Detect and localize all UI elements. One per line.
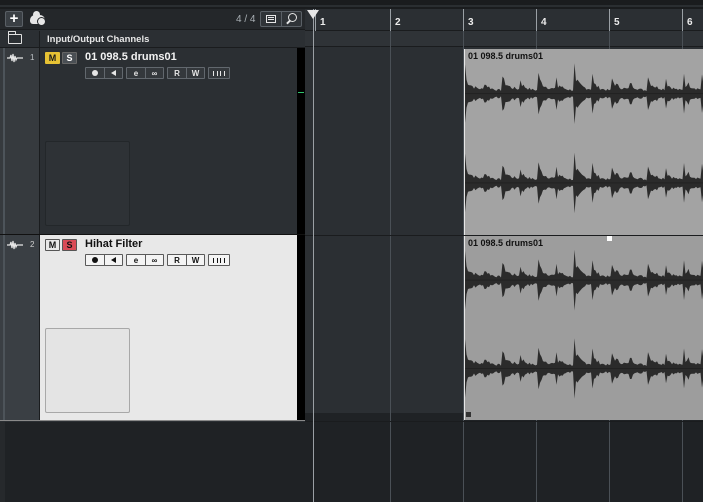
audio-event[interactable]: 01 098.5 drums01 xyxy=(464,49,703,235)
bar-tick xyxy=(463,9,464,31)
window-top-strip xyxy=(0,0,703,9)
bar-label: 6 xyxy=(687,17,693,28)
track-list: + 4 / 4 Input/Output Channels 1 M S 01 0… xyxy=(0,9,305,502)
track-list-icon xyxy=(265,15,276,23)
add-track-icon: + xyxy=(9,10,19,27)
audio-track-icon xyxy=(7,53,23,63)
bar-label: 2 xyxy=(395,17,401,28)
audio-event[interactable]: 01 098.5 drums01 xyxy=(464,236,703,420)
bar-tick xyxy=(390,9,391,31)
lanes-icon xyxy=(213,257,225,263)
track-header-strip: 2 xyxy=(0,235,40,420)
lane-separator xyxy=(305,421,703,422)
monitor-button[interactable] xyxy=(104,68,122,78)
edit-link-group: e ∞ xyxy=(126,67,164,79)
record-monitor-group xyxy=(85,67,123,79)
record-monitor-group xyxy=(85,254,123,266)
track-color-stripe xyxy=(3,48,5,234)
cloud-button[interactable] xyxy=(27,10,47,27)
bar-label: 5 xyxy=(614,17,620,28)
read-automation-button[interactable]: R xyxy=(168,255,186,265)
event-name: 01 098.5 drums01 xyxy=(468,238,544,248)
volume-handle[interactable] xyxy=(607,236,612,241)
edit-channel-button[interactable]: e xyxy=(127,255,145,265)
track-row[interactable]: 2 M S Hihat Filter e ∞ R W xyxy=(0,235,305,421)
search-icon xyxy=(285,13,298,25)
waveform xyxy=(465,249,703,399)
lanes-button[interactable] xyxy=(209,68,229,78)
bar-label: 3 xyxy=(468,17,474,28)
folder-track-row[interactable]: Input/Output Channels xyxy=(0,31,305,48)
bar-label: 1 xyxy=(320,17,326,28)
project-empty-area[interactable] xyxy=(305,413,703,502)
cloud-icon xyxy=(29,10,46,26)
track-color-stripe xyxy=(3,235,5,420)
track-picture[interactable] xyxy=(45,141,130,226)
record-enable-button[interactable] xyxy=(86,255,104,265)
lanes-icon xyxy=(213,70,225,76)
folder-icon xyxy=(7,31,22,44)
track-controls: e ∞ R W xyxy=(85,67,230,79)
track-picture[interactable] xyxy=(45,328,130,413)
io-divider xyxy=(39,31,40,48)
track-header-strip: 1 xyxy=(0,48,40,234)
folder-lane xyxy=(305,31,703,47)
link-button[interactable]: ∞ xyxy=(145,255,163,265)
record-icon xyxy=(92,257,98,263)
mute-button[interactable]: M xyxy=(45,52,60,64)
add-track-button[interactable]: + xyxy=(5,11,23,27)
waveform xyxy=(465,63,703,214)
record-enable-button[interactable] xyxy=(86,68,104,78)
mute-button[interactable]: M xyxy=(45,239,60,251)
track-name[interactable]: 01 098.5 drums01 xyxy=(85,51,177,63)
link-button[interactable]: ∞ xyxy=(145,68,163,78)
edit-channel-button[interactable]: e xyxy=(127,68,145,78)
search-button[interactable] xyxy=(280,12,302,26)
playhead-line xyxy=(313,9,314,502)
event-name: 01 098.5 drums01 xyxy=(468,51,544,61)
bar-tick xyxy=(609,9,610,31)
project-window[interactable]: 1 2 3 4 5 6 01 098.5 drums01 01 098.5 dr… xyxy=(305,9,703,502)
track-number: 2 xyxy=(30,240,35,249)
bar-label: 4 xyxy=(541,17,547,28)
speaker-icon xyxy=(111,257,116,263)
meter-level xyxy=(298,92,304,93)
track-number: 1 xyxy=(30,53,35,62)
write-automation-button[interactable]: W xyxy=(186,68,204,78)
bar-tick xyxy=(536,9,537,31)
lanes-button[interactable] xyxy=(209,255,229,265)
track-meter xyxy=(297,235,305,420)
lanes-group xyxy=(208,67,230,79)
speaker-icon xyxy=(111,70,116,76)
folder-track-label: Input/Output Channels xyxy=(47,34,150,45)
track-list-toolbar: + 4 / 4 xyxy=(0,9,305,30)
monitor-button[interactable] xyxy=(104,255,122,265)
lanes-group xyxy=(208,254,230,266)
timeline-ruler[interactable]: 1 2 3 4 5 6 xyxy=(305,9,703,31)
solo-button[interactable]: S xyxy=(62,52,77,64)
track-meter xyxy=(297,48,305,234)
track-list-empty-area[interactable] xyxy=(0,422,305,502)
fade-in-handle[interactable] xyxy=(466,412,471,417)
track-list-view-button[interactable] xyxy=(261,12,281,26)
playhead-marker[interactable] xyxy=(307,10,319,19)
bar-tick xyxy=(682,9,683,31)
record-icon xyxy=(92,70,98,76)
edit-link-group: e ∞ xyxy=(126,254,164,266)
bar-gridline xyxy=(390,31,391,502)
write-automation-button[interactable]: W xyxy=(186,255,204,265)
automation-group: R W xyxy=(167,254,205,266)
track-count: 4 / 4 xyxy=(236,14,256,25)
track-name[interactable]: Hihat Filter xyxy=(85,238,142,250)
track-controls: e ∞ R W xyxy=(85,254,230,266)
audio-track-icon xyxy=(7,240,23,250)
track-row[interactable]: 1 M S 01 098.5 drums01 e ∞ R W xyxy=(0,48,305,235)
solo-button[interactable]: S xyxy=(62,239,77,251)
automation-group: R W xyxy=(167,67,205,79)
toolbar-button-group xyxy=(260,11,302,27)
read-automation-button[interactable]: R xyxy=(168,68,186,78)
